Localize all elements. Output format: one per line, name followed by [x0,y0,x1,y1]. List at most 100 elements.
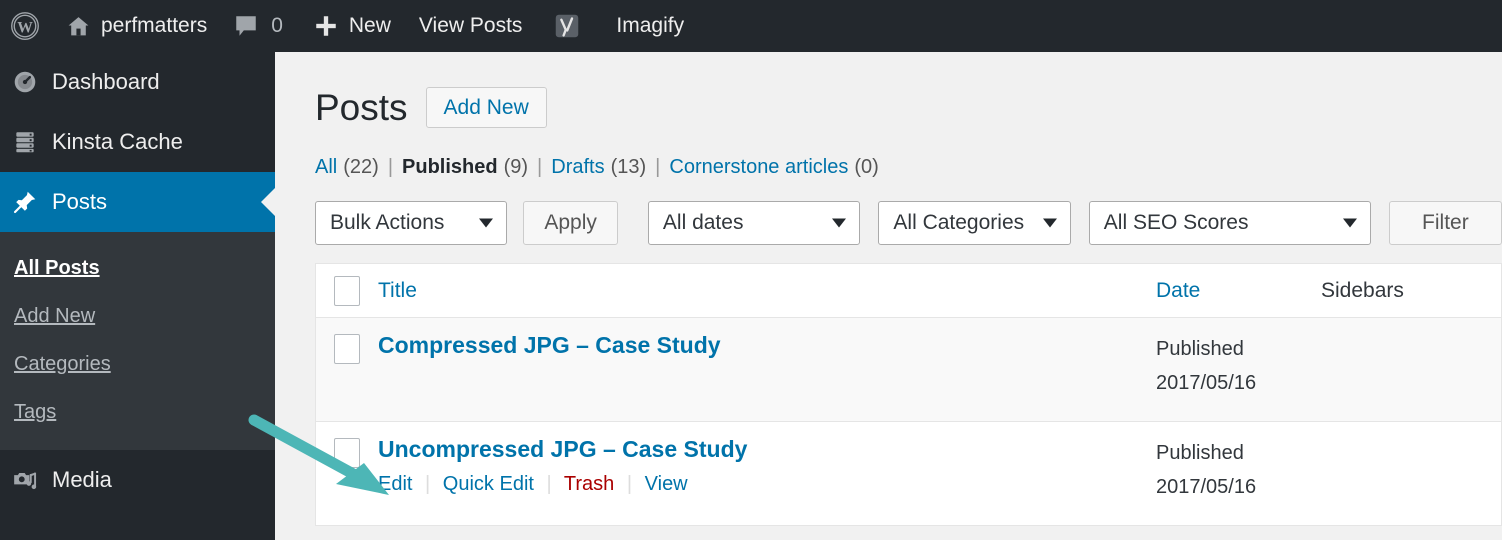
date-filter-value: All dates [662,211,744,234]
row-actions: Edit | Quick Edit | Trash | View [378,473,1156,496]
submenu-item-tags[interactable]: Tags [0,388,275,436]
seo-score-filter-select[interactable]: All SEO Scores [1088,201,1371,245]
row-action-trash[interactable]: Trash [564,473,614,495]
submenu-item-categories[interactable]: Categories [0,340,275,388]
add-new-button[interactable]: Add New [425,86,547,128]
posts-table: Title Date Sidebars Compressed JPG – Cas… [315,263,1502,526]
post-title-link[interactable]: Uncompressed JPG – Case Study [378,436,747,463]
main-content-area: Posts Add New All (22) | Published (9) |… [275,52,1502,540]
bulk-actions-value: Bulk Actions [330,211,445,234]
row-title-cell: Uncompressed JPG – Case Study Edit | Qui… [378,422,1156,525]
column-header-date: Date [1156,279,1321,303]
wordpress-logo-menu[interactable]: W [0,0,54,52]
row-sidebars-cell [1321,318,1501,421]
chevron-down-icon [832,218,847,228]
post-date-label: 2017/05/16 [1156,372,1257,395]
sidebar-item-media[interactable]: Media [0,450,275,510]
submenu-item-all-posts[interactable]: All Posts [0,244,275,292]
column-header-sidebars: Sidebars [1321,279,1501,303]
view-posts-label: View Posts [418,14,523,37]
row-date-cell: Published 2017/05/16 [1156,318,1321,421]
row-select-cell [316,422,378,525]
svg-text:W: W [17,19,33,36]
filter-button[interactable]: Filter [1388,201,1502,245]
sidebar-item-posts-label: Posts [52,189,108,214]
row-action-separator: | [626,473,633,495]
row-action-quick-edit[interactable]: Quick Edit [443,473,534,495]
table-row: Compressed JPG – Case Study Published 20… [316,318,1501,422]
row-checkbox[interactable] [334,438,360,468]
table-navigation-toolbar: Bulk Actions Apply All dates All Categor… [315,201,1502,245]
seo-score-filter-value: All SEO Scores [1103,211,1249,234]
column-header-sidebars-label: Sidebars [1321,278,1404,302]
select-all-checkbox[interactable] [334,275,360,306]
new-content-menu[interactable]: New [295,0,403,52]
yoast-seo-icon [552,11,582,41]
camera-music-icon [12,467,38,493]
submenu-item-add-new[interactable]: Add New [0,292,275,340]
post-date-label: 2017/05/16 [1156,476,1257,499]
row-date-cell: Published 2017/05/16 [1156,422,1321,525]
post-title-link[interactable]: Compressed JPG – Case Study [378,332,721,359]
status-count-published: (9) [503,156,529,178]
dashboard-gauge-icon [12,69,38,95]
status-link-drafts[interactable]: Drafts [551,156,604,179]
sidebar-item-dashboard-label: Dashboard [52,69,160,94]
row-checkbox[interactable] [334,334,360,364]
sidebar-item-dashboard[interactable]: Dashboard [0,52,275,112]
imagify-menu[interactable]: Imagify [594,0,696,52]
current-menu-notch [261,188,275,216]
post-status-label: Published [1156,338,1244,360]
status-count-cornerstone-articles: (0) [854,156,879,178]
comment-bubble-icon [233,13,259,39]
posts-list-page: Posts Add New All (22) | Published (9) |… [275,52,1502,526]
page-header: Posts Add New [315,84,1502,130]
status-count-all: (22) [343,156,379,178]
wordpress-logo-icon: W [10,11,40,41]
admin-bar: W perfmatters 0 New View Posts Imagify [0,0,1502,52]
sidebar-item-posts[interactable]: Posts [0,172,275,232]
row-action-separator: | [425,473,431,495]
category-filter-select[interactable]: All Categories [878,201,1071,245]
post-status-label: Published [1156,442,1244,464]
column-header-title-link[interactable]: Title [378,279,417,302]
chevron-down-icon [1042,218,1057,228]
chevron-down-icon [1342,218,1357,228]
comments-count: 0 [271,14,283,37]
bulk-actions-select[interactable]: Bulk Actions [315,201,508,245]
row-title-cell: Compressed JPG – Case Study [378,318,1156,421]
site-name-label: perfmatters [101,14,208,37]
posts-submenu: All Posts Add New Categories Tags [0,232,275,450]
column-header-title: Title [378,279,1156,303]
home-icon [66,14,91,39]
view-posts-menu[interactable]: View Posts [403,0,535,52]
plus-icon [313,13,339,39]
status-link-all[interactable]: All [315,156,337,179]
site-name-menu[interactable]: perfmatters [54,0,219,52]
row-action-view[interactable]: View [645,473,688,495]
apply-button[interactable]: Apply [523,201,618,245]
sidebar-item-kinsta-cache[interactable]: Kinsta Cache [0,112,275,172]
imagify-label: Imagify [616,14,685,37]
page-title: Posts [315,86,408,128]
column-header-date-link[interactable]: Date [1156,279,1200,302]
admin-sidebar-menu: Dashboard Kinsta Cache Posts All Posts A… [0,52,275,540]
yoast-seo-menu[interactable] [534,0,594,52]
status-separator: | [537,156,543,178]
status-link-cornerstone-articles[interactable]: Cornerstone articles [669,156,848,179]
category-filter-value: All Categories [893,211,1025,234]
status-link-published[interactable]: Published [402,156,498,179]
row-sidebars-cell [1321,422,1501,525]
status-count-drafts: (13) [610,156,647,178]
row-action-edit[interactable]: Edit [378,473,412,495]
sidebar-item-kinsta-cache-label: Kinsta Cache [52,129,183,154]
new-content-label: New [348,14,391,37]
comments-menu[interactable]: 0 [219,0,295,52]
select-all-cell [316,275,378,306]
table-row: Uncompressed JPG – Case Study Edit | Qui… [316,422,1501,526]
wordpress-admin-screen: W perfmatters 0 New View Posts Imagify D… [0,0,1502,540]
server-stack-icon [12,129,38,155]
pin-icon [12,189,38,215]
date-filter-select[interactable]: All dates [647,201,861,245]
status-separator: | [655,156,661,178]
